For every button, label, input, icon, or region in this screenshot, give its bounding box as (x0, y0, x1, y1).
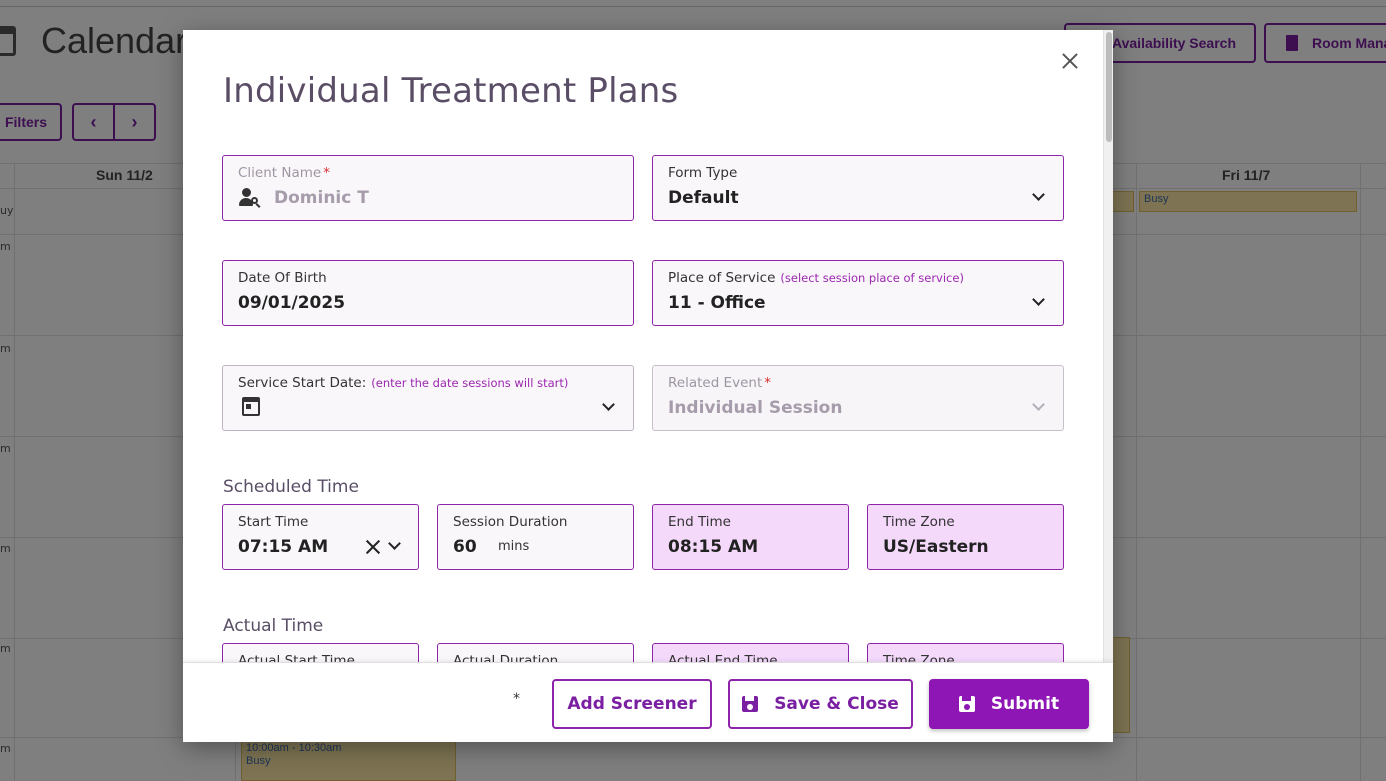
save-icon (958, 696, 975, 712)
actual-end-time-label: Actual End Time (668, 653, 778, 662)
chevron-down-icon (1032, 188, 1045, 201)
place-of-service-label: Place of Service (select session place of… (668, 270, 964, 286)
duration-unit: mins (498, 539, 530, 554)
actual-duration-field[interactable]: Actual Duration (437, 643, 634, 662)
save-close-button[interactable]: Save & Close (728, 679, 913, 729)
form-type-label: Form Type (668, 165, 738, 181)
client-name-value: Dominic T (274, 188, 369, 208)
clear-icon[interactable] (365, 539, 381, 555)
start-time-select[interactable]: Start Time 07:15 AM (222, 504, 419, 570)
session-duration-value: 60 (453, 537, 477, 557)
submit-label: Submit (990, 694, 1060, 714)
required-note: * (513, 691, 520, 707)
chevron-down-icon (1032, 398, 1045, 411)
add-screener-button[interactable]: Add Screener (552, 679, 712, 729)
calendar-icon[interactable] (242, 397, 260, 416)
end-time-label: End Time (668, 514, 731, 530)
end-time-value: 08:15 AM (668, 537, 759, 557)
actual-time-heading: Actual Time (223, 616, 324, 636)
related-event-value: Individual Session (668, 398, 843, 418)
add-screener-label: Add Screener (567, 694, 697, 714)
close-icon[interactable] (1059, 50, 1081, 72)
actual-start-time-label: Actual Start Time (238, 653, 355, 662)
chevron-down-icon (1032, 293, 1045, 306)
place-of-service-select[interactable]: Place of Service (select session place of… (652, 260, 1064, 326)
service-start-label: Service Start Date: (enter the date sessi… (238, 375, 569, 391)
dob-label: Date Of Birth (238, 270, 327, 286)
save-close-label: Save & Close (774, 694, 899, 714)
client-name-label: Client Name * (238, 165, 330, 181)
modal-content: Individual Treatment Plans Client Name * … (183, 30, 1103, 662)
form-type-value: Default (668, 188, 739, 208)
chevron-down-icon[interactable] (388, 537, 401, 550)
session-duration-field[interactable]: Session Duration 60 mins (437, 504, 634, 570)
time-zone-value: US/Eastern (883, 537, 989, 557)
actual-time-zone-label: Time Zone (883, 653, 955, 662)
date-of-birth-field[interactable]: Date Of Birth 09/01/2025 (222, 260, 634, 326)
modal-title: Individual Treatment Plans (223, 71, 679, 111)
chevron-down-icon[interactable] (602, 398, 615, 411)
end-time-field: End Time 08:15 AM (652, 504, 849, 570)
service-start-date-field[interactable]: Service Start Date: (enter the date sessi… (222, 365, 634, 431)
save-icon (742, 696, 759, 712)
actual-time-zone-field: Time Zone (867, 643, 1064, 662)
submit-button[interactable]: Submit (929, 679, 1089, 729)
session-duration-label: Session Duration (453, 514, 568, 530)
dob-value: 09/01/2025 (238, 293, 346, 313)
time-zone-field: Time Zone US/Eastern (867, 504, 1064, 570)
actual-end-time-field: Actual End Time (652, 643, 849, 662)
actual-duration-label: Actual Duration (453, 653, 559, 662)
actual-start-time-select[interactable]: Actual Start Time (222, 643, 419, 662)
treatment-plan-modal: Individual Treatment Plans Client Name * … (183, 30, 1113, 742)
modal-scrollbar[interactable] (1103, 30, 1113, 662)
start-time-value: 07:15 AM (238, 537, 329, 557)
modal-footer: * Add Screener Save & Close Submit (183, 662, 1113, 742)
scheduled-time-heading: Scheduled Time (223, 477, 359, 497)
related-event-select: Related Event * Individual Session (652, 365, 1064, 431)
form-type-select[interactable]: Form Type Default (652, 155, 1064, 221)
user-search-icon (239, 188, 261, 208)
client-name-field[interactable]: Client Name * Dominic T (222, 155, 634, 221)
scroll-thumb[interactable] (1106, 32, 1112, 142)
related-event-label: Related Event * (668, 375, 771, 391)
time-zone-label: Time Zone (883, 514, 955, 530)
start-time-label: Start Time (238, 514, 309, 530)
place-of-service-value: 11 - Office (668, 293, 766, 313)
